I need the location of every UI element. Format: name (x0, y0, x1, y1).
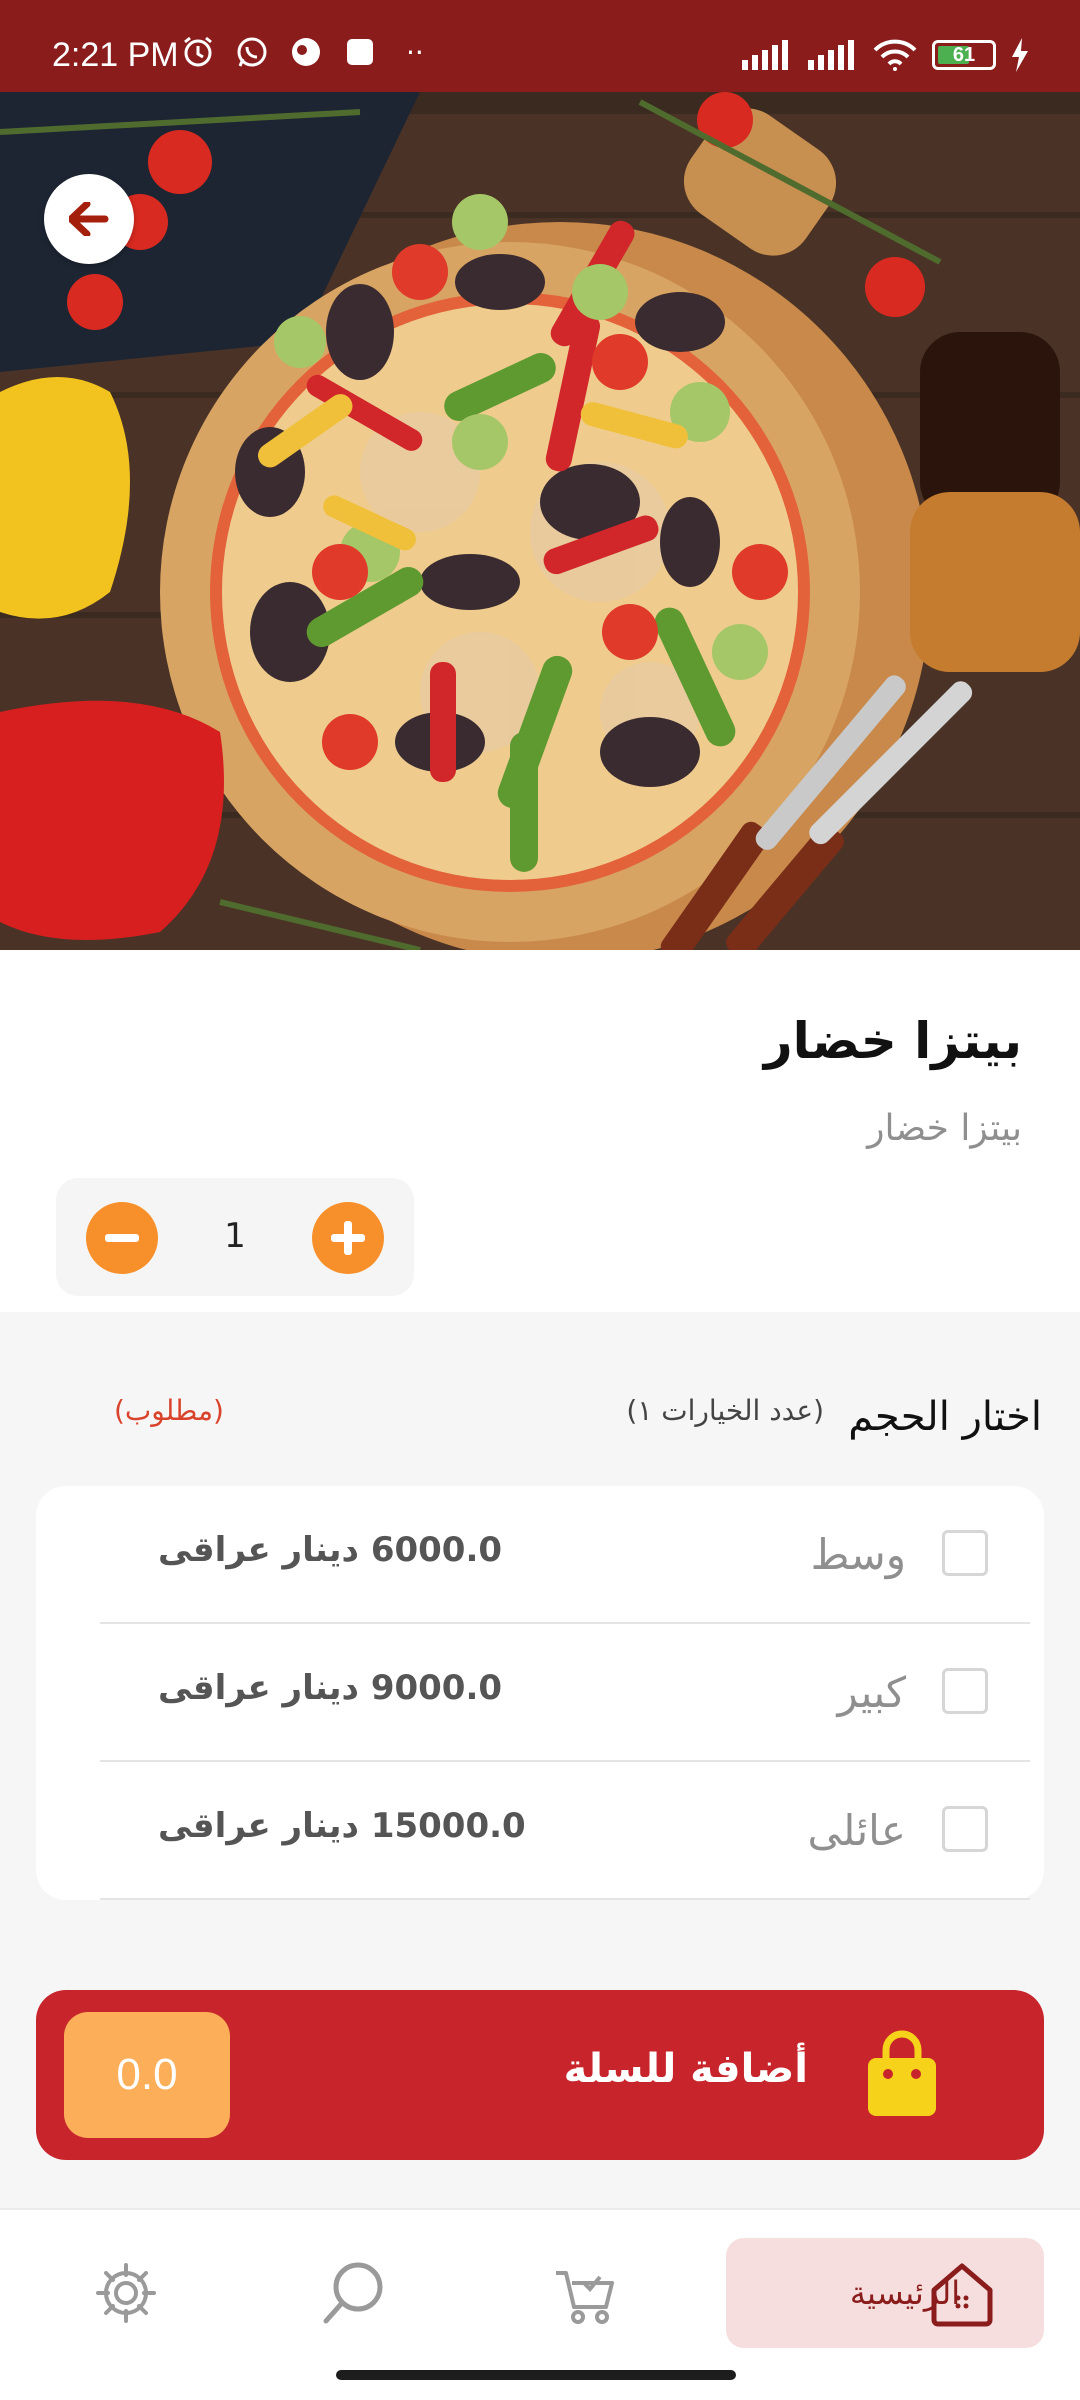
size-options-list: وسط 6000.0 دينار عراقى كبير 9000.0 دينار… (36, 1486, 1044, 1900)
add-to-cart-button[interactable]: 0.0 أضافة للسلة (36, 1990, 1044, 2160)
size-option-family[interactable]: عائلى 15000.0 دينار عراقى (100, 1762, 1030, 1900)
product-description: بيتزا خضار (867, 1108, 1022, 1149)
status-system-icons: 61 (740, 38, 1030, 72)
product-title: بيتزا خضار (763, 1012, 1022, 1070)
required-badge: (مطلوب) (114, 1394, 224, 1427)
home-indicator (336, 2370, 736, 2380)
battery-percentage: 61 (952, 43, 976, 66)
status-time: 2:21 PM (52, 36, 179, 74)
wifi-icon (873, 39, 917, 71)
more-notifications: ·· (406, 35, 424, 69)
option-price: 9000.0 دينار عراقى (158, 1668, 503, 1708)
arrow-left-icon (69, 202, 109, 236)
option-price: 15000.0 دينار عراقى (158, 1806, 526, 1846)
search-icon (323, 2262, 383, 2324)
shopping-bag-icon (868, 2030, 936, 2116)
settings-icon (96, 2263, 156, 2323)
option-name: كبير (837, 1668, 906, 1717)
size-section-header: اختار الحجم (عدد الخيارات ١) (مطلوب) (0, 1312, 1080, 1442)
whatsapp-icon (237, 37, 267, 67)
size-option-large[interactable]: كبير 9000.0 دينار عراقى (100, 1624, 1030, 1762)
charging-icon (1012, 38, 1028, 72)
size-option-medium[interactable]: وسط 6000.0 دينار عراقى (100, 1486, 1030, 1624)
product-info: بيتزا خضار بيتزا خضار 1 (0, 950, 1080, 1312)
options-count: (عدد الخيارات ١) (626, 1394, 824, 1427)
back-button[interactable] (44, 174, 134, 264)
nav-home[interactable]: الرئيسية (726, 2238, 1044, 2348)
option-checkbox[interactable] (942, 1806, 988, 1852)
size-section-title: اختار الحجم (848, 1394, 1042, 1440)
battery-icon: 61 (932, 40, 996, 70)
option-name: عائلى (807, 1806, 906, 1855)
cart-icon (556, 2271, 614, 2324)
plus-icon (331, 1221, 365, 1255)
home-icon (931, 2263, 993, 2327)
cart-total: 0.0 (64, 2012, 230, 2138)
option-price: 6000.0 دينار عراقى (158, 1530, 503, 1570)
increase-quantity-button[interactable] (312, 1202, 384, 1274)
alarm-icon (184, 36, 212, 67)
add-to-cart-label: أضافة للسلة (563, 2046, 808, 2092)
status-notification-icons: ·· (180, 34, 424, 70)
quantity-stepper: 1 (56, 1178, 414, 1296)
option-checkbox[interactable] (942, 1668, 988, 1714)
status-bar: 2:21 PM ·· 61 (0, 0, 1080, 92)
option-checkbox[interactable] (942, 1530, 988, 1576)
nav-settings[interactable] (76, 2238, 176, 2348)
option-name: وسط (810, 1530, 906, 1579)
pizza-photo (0, 92, 1080, 950)
nav-search[interactable] (304, 2238, 404, 2348)
app-icon (292, 38, 320, 66)
signal-icon (742, 40, 788, 70)
product-image (0, 92, 1080, 950)
signal-icon (808, 40, 854, 70)
nav-cart[interactable] (536, 2238, 636, 2348)
notification-square-icon (347, 39, 373, 65)
